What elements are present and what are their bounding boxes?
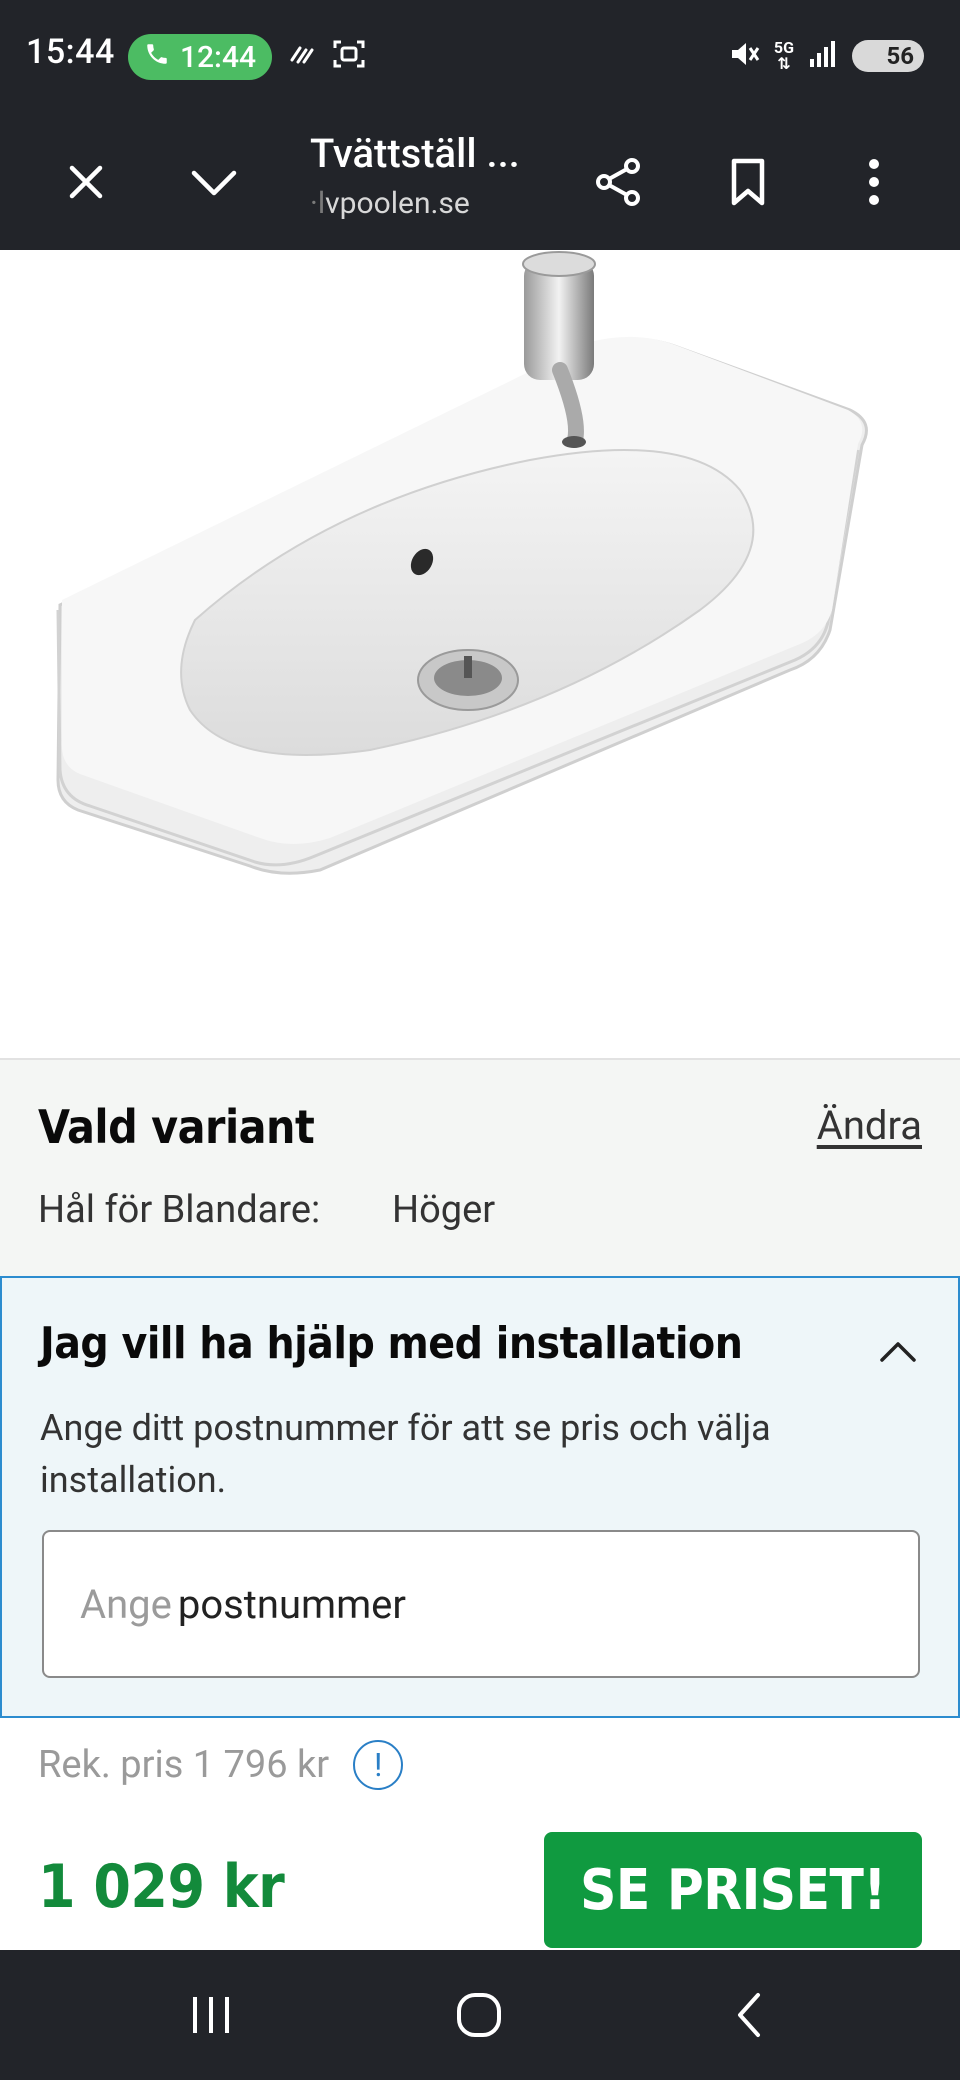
recent-apps-button[interactable]: [166, 1980, 256, 2050]
recommended-price-text: Rek. pris 1 796 kr: [38, 1743, 330, 1787]
product-image-carousel[interactable]: [0, 250, 960, 1268]
browser-toolbar: Tvättställ ... ·lvpoolen.se: [0, 114, 960, 250]
bookmark-icon: [731, 158, 765, 206]
home-button[interactable]: [434, 1980, 524, 2050]
variant-option-value: Höger: [392, 1188, 496, 1232]
network-5g-icon: 5G ⇅: [773, 38, 794, 73]
screenshot-icon: [332, 38, 366, 74]
close-icon: [69, 165, 103, 199]
postal-code-placeholder: Ange: [80, 1580, 172, 1628]
variant-heading: Vald variant: [38, 1100, 315, 1154]
home-icon: [457, 1993, 501, 2037]
bookmark-button[interactable]: [714, 148, 782, 216]
collapse-button[interactable]: [876, 1330, 920, 1374]
more-vertical-icon: [869, 159, 879, 205]
current-price: 1 029 kr: [38, 1852, 285, 1922]
recommended-price: Rek. pris 1 796 kr !: [38, 1740, 404, 1790]
status-bar: 15:44 12:44 5G ⇅ 56: [0, 0, 960, 114]
chevron-up-icon: [880, 1342, 916, 1362]
more-options-button[interactable]: [840, 148, 908, 216]
close-button[interactable]: [52, 148, 120, 216]
system-navigation-bar: [0, 1950, 960, 2080]
chevron-down-icon: [191, 170, 237, 196]
share-button[interactable]: [584, 148, 652, 216]
postal-code-value: postnummer: [177, 1580, 406, 1628]
status-time: 15:44: [26, 32, 115, 72]
ongoing-call-pill[interactable]: 12:44: [128, 34, 272, 80]
recent-apps-icon: [193, 1997, 229, 2033]
share-icon: [596, 158, 640, 206]
washbasin-image: [56, 251, 868, 875]
phone-icon: [144, 40, 170, 75]
installation-heading[interactable]: Jag vill ha hjälp med installation: [40, 1318, 743, 1369]
see-price-button[interactable]: SE PRISET!: [544, 1832, 922, 1948]
variant-option-label: Hål för Blandare:: [38, 1188, 321, 1232]
minimize-button[interactable]: [180, 148, 248, 216]
selected-variant-section: Vald variant Ändra Hål för Blandare: Hög…: [0, 1058, 960, 1278]
wifi-calling-icon: [288, 42, 318, 70]
info-icon[interactable]: !: [353, 1740, 404, 1790]
battery-level: 56: [886, 42, 914, 70]
call-timer: 12:44: [179, 39, 257, 75]
back-button[interactable]: [704, 1980, 794, 2050]
mute-icon: [728, 38, 760, 74]
battery-indicator: 56: [852, 40, 924, 72]
postal-code-input[interactable]: Ange postnummer: [42, 1530, 920, 1678]
installation-help-section: Jag vill ha hjälp med installation Ange …: [0, 1276, 960, 1718]
page-title: Tvättställ ...: [310, 130, 520, 177]
back-icon: [738, 1993, 760, 2037]
page-url: ·lvpoolen.se: [310, 186, 470, 221]
installation-description: Ange ditt postnummer för att se pris och…: [40, 1407, 771, 1501]
signal-icon: [808, 39, 838, 73]
change-variant-link[interactable]: Ändra: [817, 1102, 922, 1149]
